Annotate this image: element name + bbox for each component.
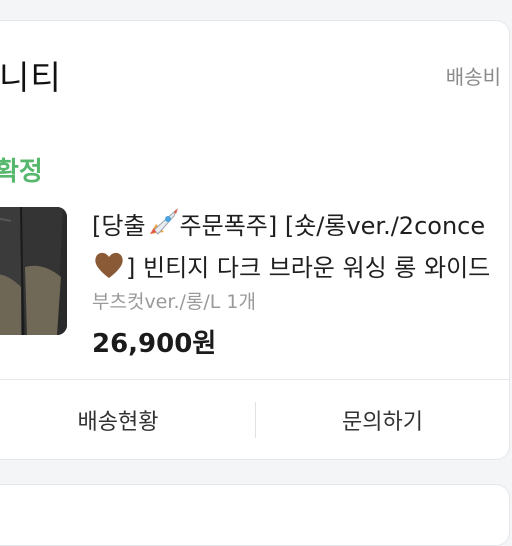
title-line2: ] 빈티지 다크 브라운 워싱 롱 와이드	[126, 254, 491, 282]
next-order-card	[0, 484, 510, 546]
order-card: 니티 배송비 확정 [당출 주문폭주] [숏/롱ver./2conce	[0, 20, 510, 460]
action-bar: 배송현황 문의하기	[0, 380, 509, 459]
shop-row[interactable]: 니티 배송비	[0, 21, 509, 121]
order-status: 확정	[0, 157, 43, 187]
product-title[interactable]: [당출 주문폭주] [숏/롱ver./2conce ] 빈티지 다크 브라운 워…	[92, 207, 509, 291]
shop-name[interactable]: 니티	[0, 51, 62, 99]
product-thumbnail[interactable]	[0, 207, 67, 335]
inquiry-button[interactable]: 문의하기	[256, 380, 509, 459]
brown-heart-icon	[92, 250, 126, 291]
shipping-fee-label: 배송비	[445, 65, 501, 89]
product-price: 26,900원	[92, 329, 217, 359]
track-delivery-button[interactable]: 배송현황	[0, 380, 255, 459]
title-rest: 주문폭주] [숏/롱ver./2conce	[179, 212, 486, 240]
rocket-icon	[146, 208, 180, 249]
jeans-icon	[0, 207, 67, 335]
title-prefix: [당출	[92, 212, 146, 240]
product-option: 부츠컷ver./롱/L 1개	[92, 291, 256, 313]
